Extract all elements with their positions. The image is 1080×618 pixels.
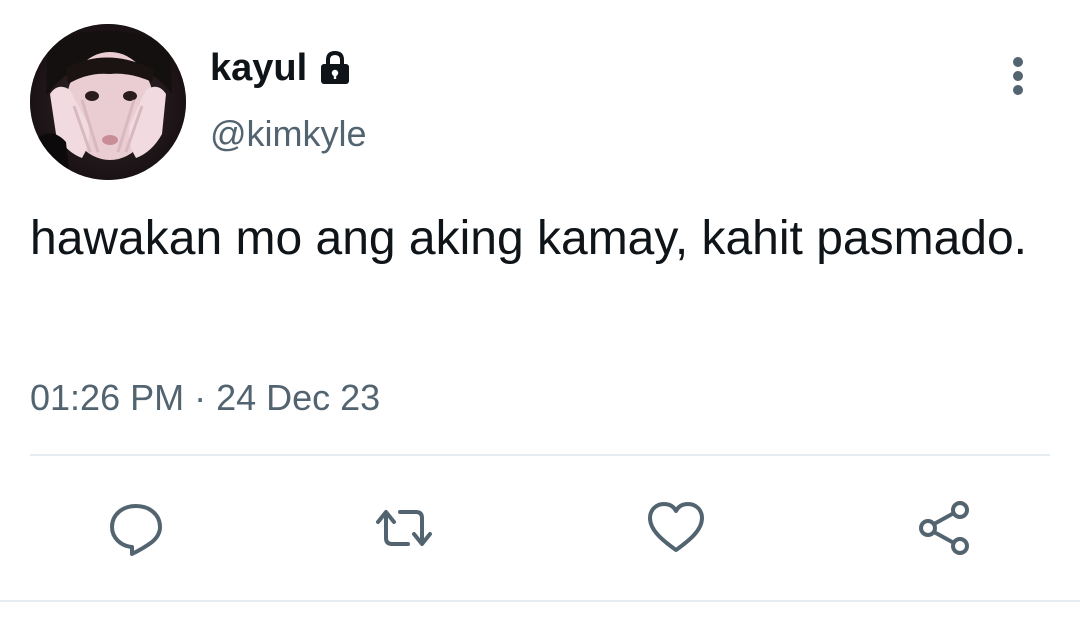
tweet-text: hawakan mo ang aking kamay, kahit pasmad…	[30, 212, 1028, 265]
share-icon	[919, 501, 969, 555]
reply-button[interactable]	[104, 496, 168, 560]
heart-icon	[648, 502, 704, 552]
retweet-button[interactable]	[372, 496, 436, 560]
divider	[30, 454, 1050, 456]
more-options-button[interactable]	[1000, 52, 1036, 100]
user-name-row: kayul	[210, 44, 355, 92]
tweet-date: 24 Dec 23	[216, 377, 381, 418]
more-vertical-icon	[1013, 57, 1023, 95]
display-name[interactable]: kayul	[210, 49, 307, 87]
share-button[interactable]	[912, 496, 976, 560]
user-handle[interactable]: @kimkyle	[210, 110, 367, 158]
retweet-icon	[376, 510, 432, 546]
timestamp-separator: ·	[194, 377, 207, 418]
tweet-timestamp[interactable]: 01:26 PM · 24 Dec 23	[30, 374, 380, 422]
tweet-time: 01:26 PM	[30, 377, 185, 418]
like-button[interactable]	[644, 496, 708, 560]
avatar[interactable]	[30, 24, 186, 180]
avatar-image	[30, 24, 186, 180]
bottom-divider	[0, 600, 1080, 602]
reply-icon	[110, 504, 162, 556]
lock-icon	[315, 48, 355, 88]
